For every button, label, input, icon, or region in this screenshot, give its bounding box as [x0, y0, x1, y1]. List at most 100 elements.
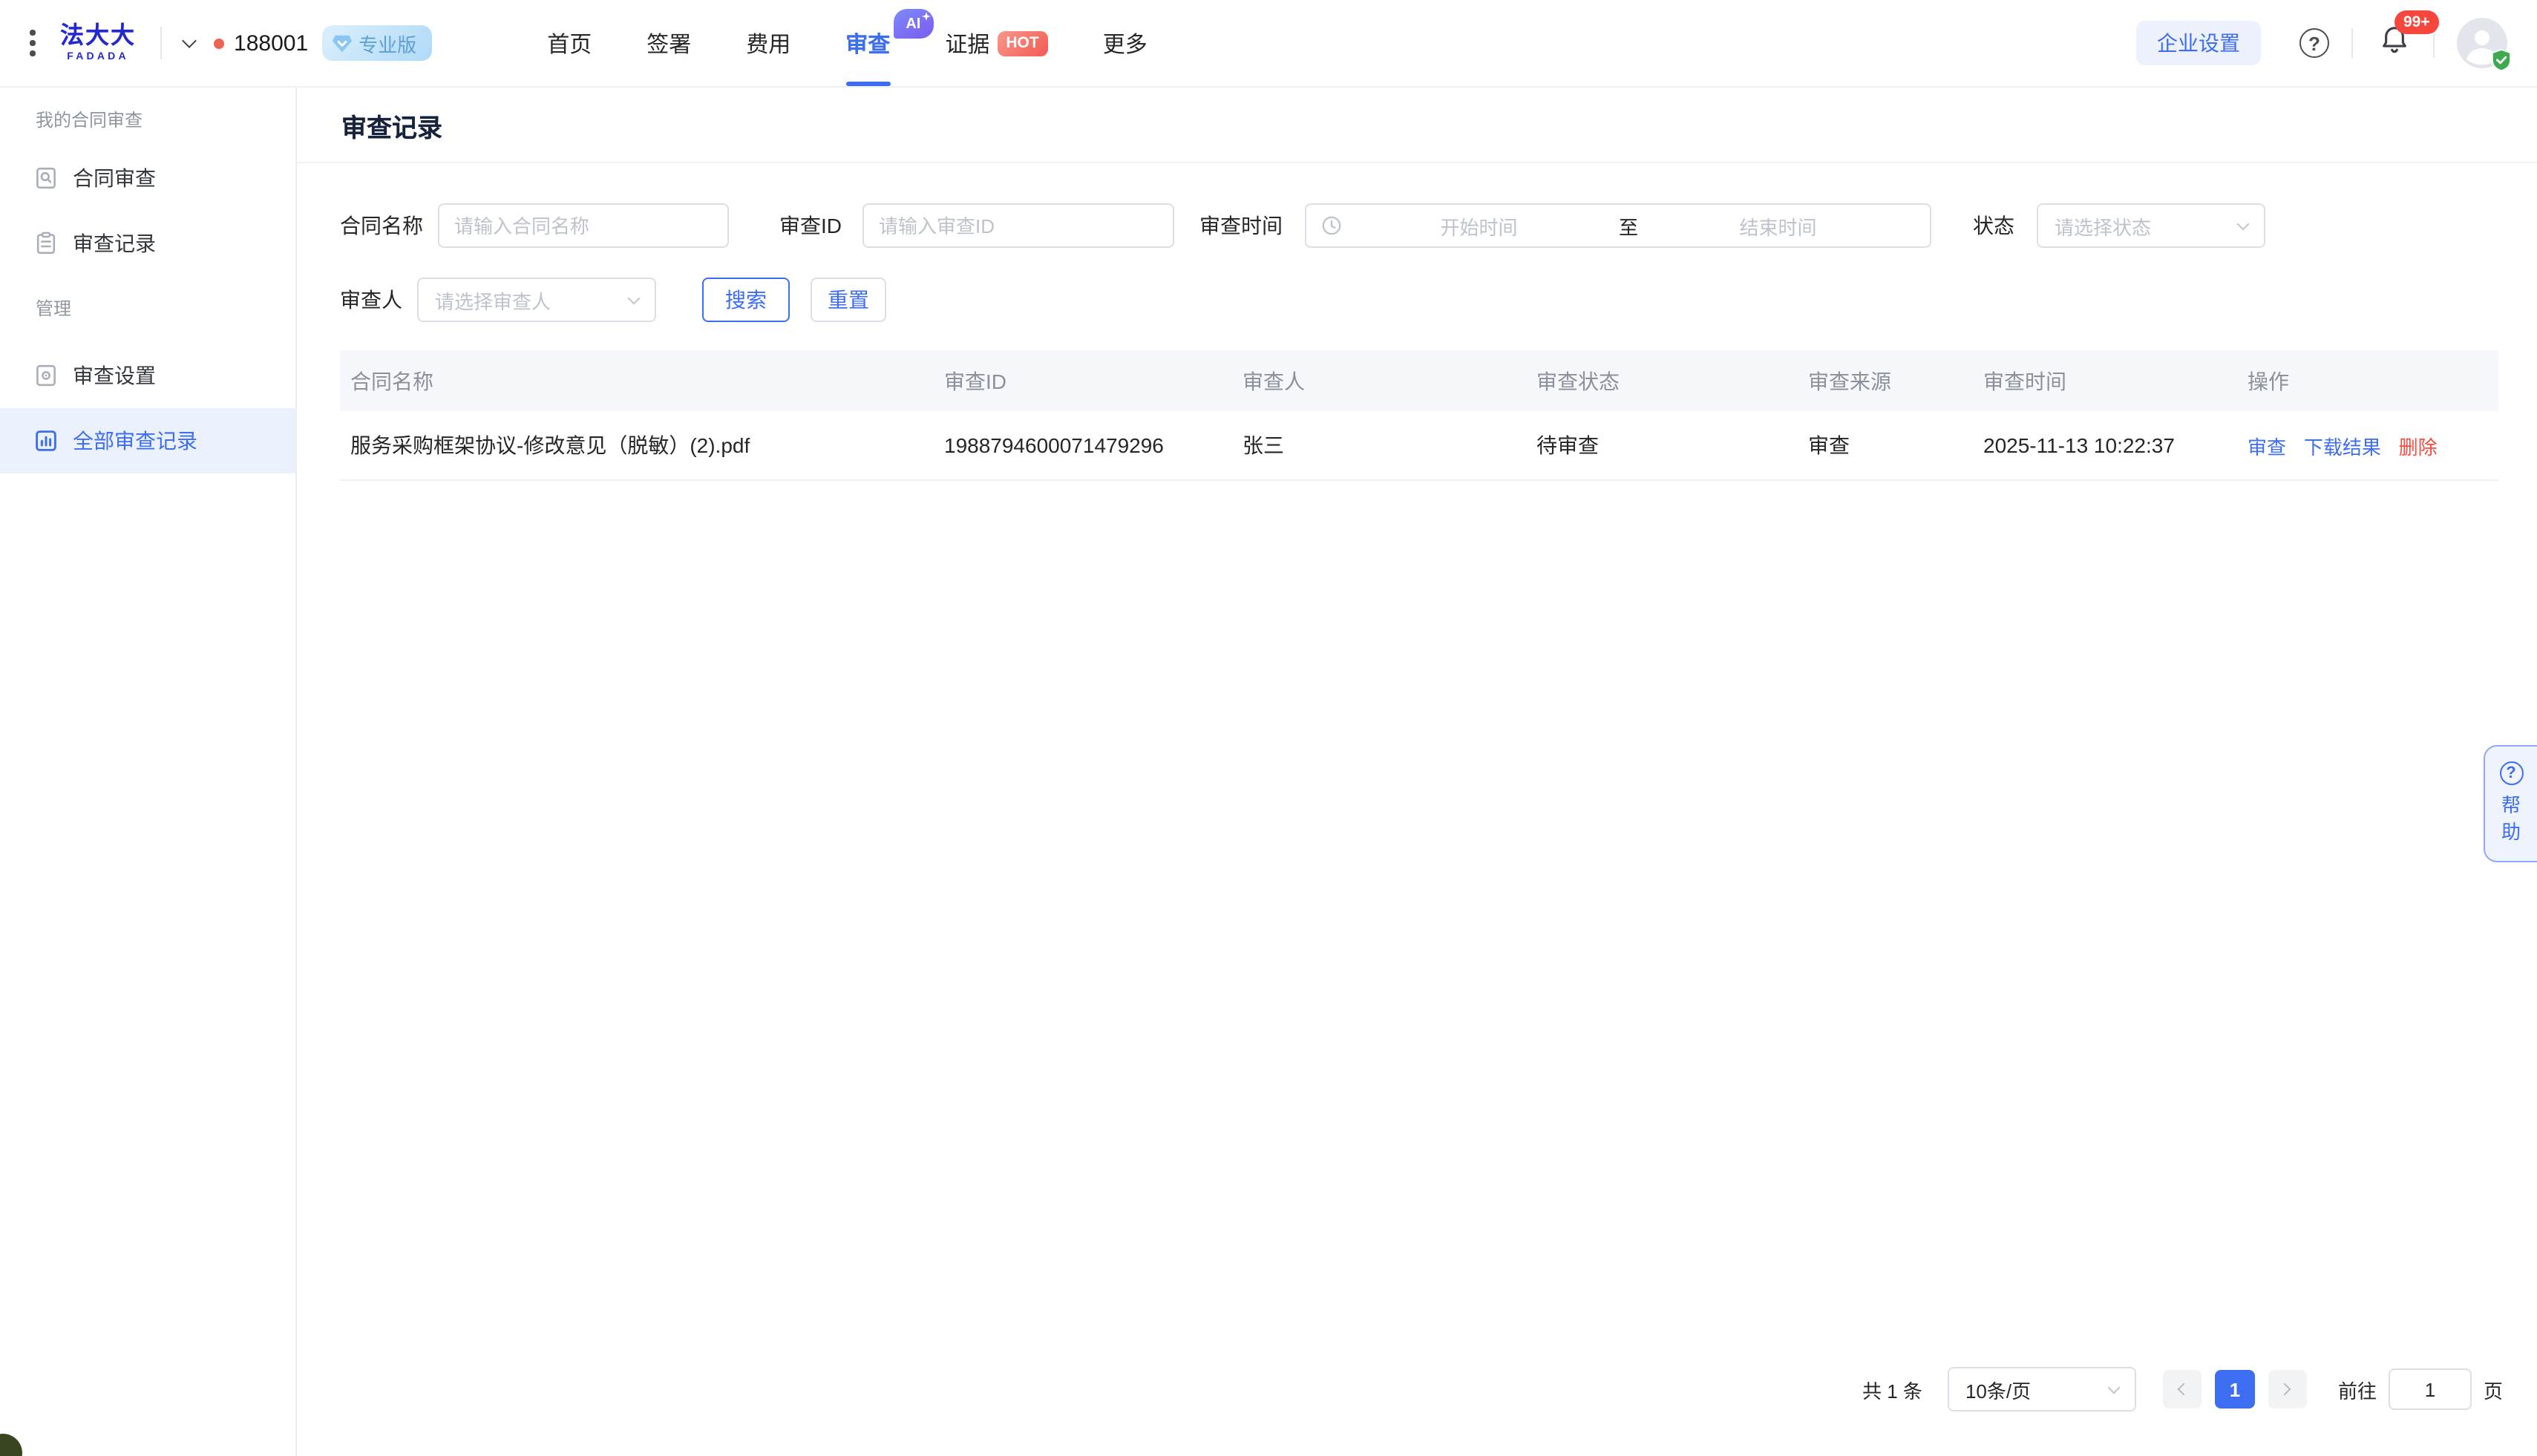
- sidebar-item-label: 审查记录: [73, 229, 156, 258]
- main-nav: 首页 签署 费用 审查 AI 证据 HOT 更多: [547, 0, 1148, 86]
- app-window: 法大大 FADADA 188001 专业版 首页 签署 费用 审查 AI: [0, 0, 2537, 1456]
- page-size-value: 10条/页: [1965, 1375, 2031, 1403]
- top-bar: 法大大 FADADA 188001 专业版 首页 签署 费用 审查 AI: [0, 0, 2537, 88]
- chevron-down-icon: [628, 292, 641, 304]
- notification-count-badge: 99+: [2394, 10, 2439, 33]
- sidebar-section-management: 管理: [36, 295, 295, 322]
- nav-review[interactable]: 审查 AI: [845, 0, 890, 86]
- col-time: 审查时间: [1983, 366, 2248, 396]
- diamond-icon: [330, 32, 353, 54]
- table-header: 合同名称 审查ID 审查人 审查状态 审查来源 审查时间 操作: [340, 350, 2498, 411]
- table-row: 服务采购框架协议-修改意见（脱敏）(2).pdf 198879460007147…: [340, 411, 2498, 481]
- col-source: 审查来源: [1808, 366, 1983, 396]
- sidebar: 我的合同审查 合同审查 审查记录 管理 审查设置: [0, 88, 297, 1456]
- review-id-input[interactable]: [862, 203, 1174, 248]
- status-select-placeholder: 请选择状态: [2055, 211, 2151, 240]
- pagination: 共 1 条 10条/页 1 前往 页: [1862, 1367, 2503, 1411]
- org-status-dot: [213, 38, 223, 48]
- user-avatar[interactable]: [2457, 18, 2507, 68]
- sidebar-item-label: 合同审查: [73, 163, 156, 193]
- title-bar: 审查记录: [297, 88, 2537, 163]
- action-delete-link[interactable]: 删除: [2399, 436, 2438, 458]
- clock-icon: [1321, 215, 1342, 236]
- nav-sign[interactable]: 签署: [646, 0, 691, 86]
- logo-cn: 法大大: [60, 24, 136, 48]
- status-select[interactable]: 请选择状态: [2037, 203, 2265, 248]
- review-records-table: 合同名称 审查ID 审查人 审查状态 审查来源 审查时间 操作 服务采购框架协议…: [340, 350, 2498, 481]
- cell-review-id: 1988794600071479296: [944, 433, 1243, 457]
- col-contract-name: 合同名称: [340, 366, 944, 396]
- help-question-icon: ?: [2499, 762, 2523, 786]
- col-review-id: 审查ID: [944, 366, 1243, 396]
- col-reviewer: 审查人: [1243, 366, 1536, 396]
- cell-status: 待审查: [1536, 430, 1808, 460]
- cell-actions: 审查 下载结果 删除: [2248, 431, 2498, 459]
- contract-name-label: 合同名称: [340, 211, 423, 240]
- nav-more[interactable]: 更多: [1103, 0, 1148, 86]
- prev-page-button[interactable]: [2163, 1370, 2202, 1409]
- search-button[interactable]: 搜索: [702, 278, 790, 322]
- sidebar-item-review-settings[interactable]: 审查设置: [0, 343, 295, 408]
- ai-badge: AI: [893, 9, 933, 39]
- content: 合同名称 审查ID 审查时间 开始时间 至 结束时间 状态 请选择状态: [297, 163, 2537, 481]
- reviewer-select[interactable]: 请选择审查人: [417, 278, 656, 322]
- clipboard-icon: [34, 232, 58, 255]
- nav-home[interactable]: 首页: [547, 0, 592, 86]
- page-unit-label: 页: [2484, 1375, 2503, 1403]
- verified-shield-icon: [2491, 49, 2512, 71]
- start-time-placeholder[interactable]: 开始时间: [1342, 211, 1616, 240]
- cell-contract-name: 服务采购框架协议-修改意见（脱敏）(2).pdf: [340, 430, 944, 460]
- sidebar-item-review-records[interactable]: 审查记录: [0, 211, 295, 276]
- current-page-button[interactable]: 1: [2215, 1370, 2255, 1409]
- sidebar-section-my-review: 我的合同审查: [36, 107, 295, 134]
- divider: [2351, 28, 2353, 58]
- bar-chart-icon: [34, 429, 58, 453]
- help-label: 帮助: [2500, 793, 2522, 845]
- help-floating-button[interactable]: ? 帮助: [2484, 745, 2537, 862]
- cell-time: 2025-11-13 10:22:37: [1983, 433, 2248, 457]
- plan-badge: 专业版: [321, 25, 431, 61]
- nav-billing[interactable]: 费用: [746, 0, 790, 86]
- hot-badge: HOT: [997, 30, 1047, 56]
- total-count: 共 1 条: [1862, 1375, 1922, 1403]
- sidebar-group: 审查设置 全部审查记录: [0, 343, 295, 473]
- sidebar-group: 合同审查 审查记录: [0, 145, 295, 276]
- org-id: 188001: [234, 30, 308, 56]
- logo-en: FADADA: [67, 51, 129, 62]
- divider: [160, 27, 161, 59]
- chevron-right-icon: [2279, 1383, 2291, 1396]
- goto-label: 前往: [2338, 1375, 2377, 1403]
- filter-row-1: 合同名称 审查ID 审查时间 开始时间 至 结束时间 状态 请选择状态: [340, 203, 2498, 248]
- action-download-link[interactable]: 下载结果: [2304, 436, 2381, 458]
- sidebar-item-contract-review[interactable]: 合同审查: [0, 145, 295, 211]
- review-id-label: 审查ID: [779, 211, 842, 240]
- top-bar-right: 企业设置 ? 99+: [2136, 18, 2507, 68]
- action-review-link[interactable]: 审查: [2248, 436, 2286, 458]
- sparkle-icon: [921, 12, 930, 21]
- org-switcher-chevron-down-icon[interactable]: [181, 33, 196, 47]
- next-page-button[interactable]: [2268, 1370, 2307, 1409]
- reviewer-select-placeholder: 请选择审查人: [435, 286, 551, 314]
- notifications-button[interactable]: 99+: [2378, 23, 2411, 63]
- help-question-icon[interactable]: ?: [2299, 28, 2329, 58]
- sidebar-item-all-review-records[interactable]: 全部审查记录: [0, 408, 295, 473]
- enterprise-settings-button[interactable]: 企业设置: [2136, 21, 2261, 65]
- nav-evidence[interactable]: 证据 HOT: [945, 0, 1047, 86]
- cell-reviewer: 张三: [1243, 430, 1536, 460]
- document-search-icon: [34, 166, 58, 190]
- review-time-range-picker[interactable]: 开始时间 至 结束时间: [1305, 203, 1931, 248]
- main-panel: 审查记录 合同名称 审查ID 审查时间 开始时间 至 结束时间: [297, 88, 2537, 1456]
- page-size-select[interactable]: 10条/页: [1948, 1367, 2136, 1411]
- apps-menu-icon[interactable]: [30, 30, 35, 56]
- reset-button[interactable]: 重置: [811, 278, 886, 322]
- end-time-placeholder[interactable]: 结束时间: [1641, 211, 1915, 240]
- chevron-left-icon: [2178, 1383, 2190, 1396]
- active-tab-indicator: [845, 82, 890, 86]
- reviewer-label: 审查人: [340, 285, 402, 315]
- contract-name-input[interactable]: [438, 203, 729, 248]
- status-label: 状态: [1973, 211, 2014, 240]
- range-separator: 至: [1616, 211, 1641, 240]
- review-time-label: 审查时间: [1199, 211, 1283, 240]
- document-gear-icon: [34, 364, 58, 387]
- goto-page-input[interactable]: [2389, 1368, 2472, 1410]
